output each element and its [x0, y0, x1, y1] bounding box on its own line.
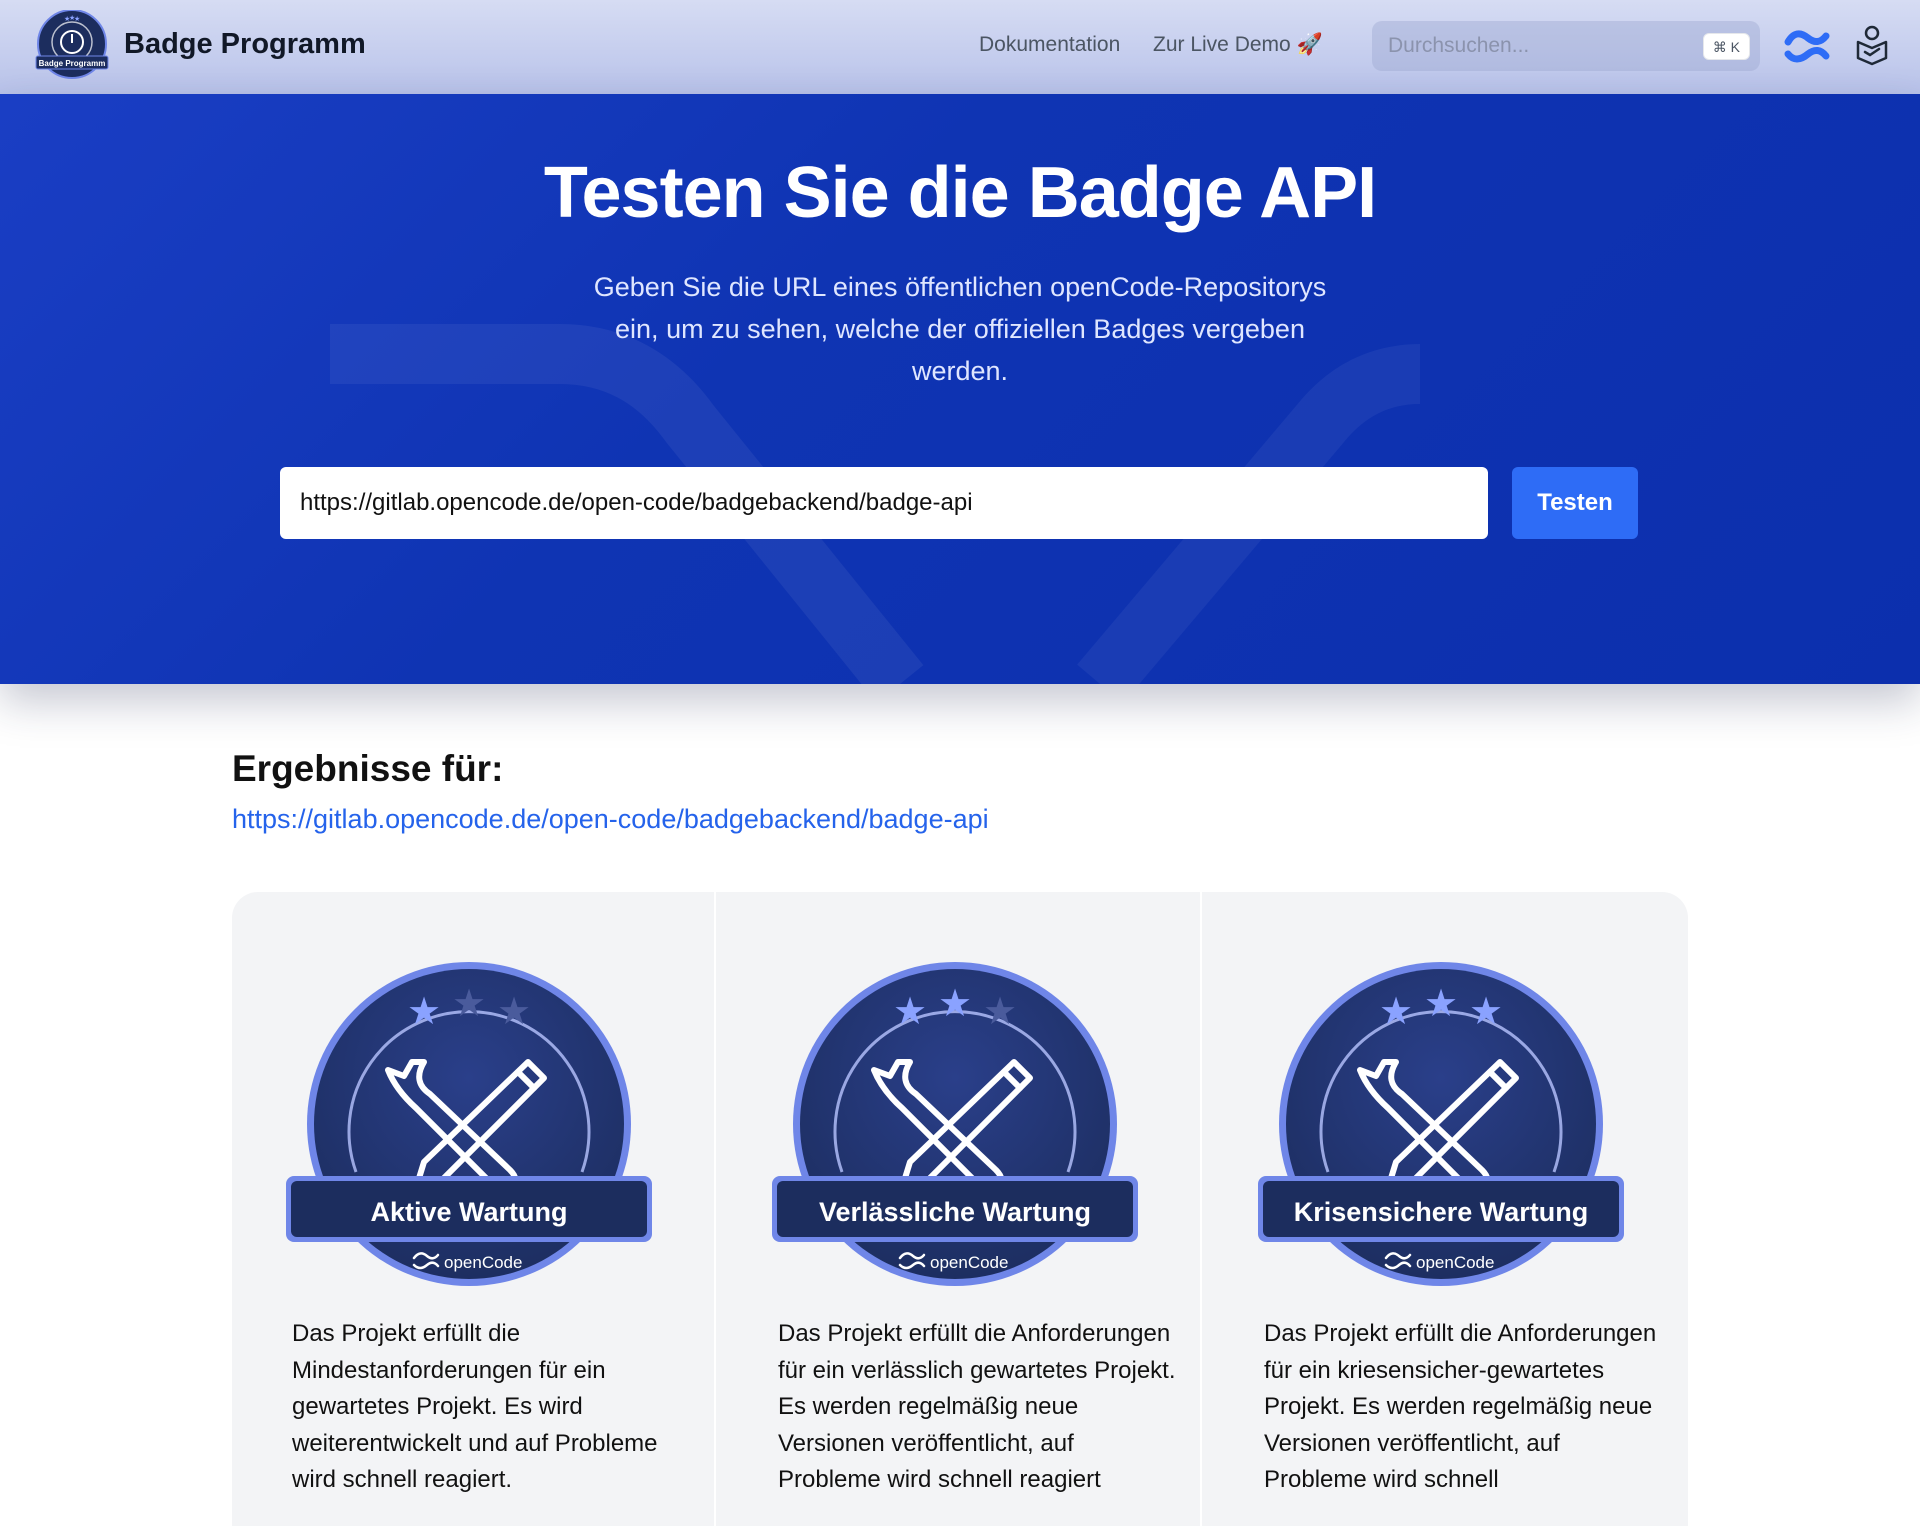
hero-section: Testen Sie die Badge API Geben Sie die U… — [0, 94, 1920, 684]
repository-url-input[interactable] — [280, 467, 1488, 539]
opencode-icon[interactable] — [1782, 24, 1832, 68]
star-icon: ★ — [983, 991, 1017, 1033]
hero-title: Testen Sie die Badge API — [543, 153, 1377, 233]
star-icon: ★ — [1424, 983, 1458, 1025]
top-navbar: ★ ★ ★ Badge Programm Badge Programm Doku… — [0, 0, 1920, 94]
search-shortcut-hint: ⌘ K — [1702, 33, 1750, 60]
nav-link-docs[interactable]: Dokumentation — [979, 33, 1120, 57]
badge-brand: openCode — [444, 1253, 522, 1272]
badge-verlaessliche-wartung: ★ ★ ★ Verlässliche Wartung openCode — [772, 962, 1138, 1286]
svg-text:★: ★ — [74, 15, 80, 23]
badge-krisensichere-wartung: ★ ★ ★ Krisensichere Wartung openCode — [1258, 962, 1624, 1286]
badge-brand: openCode — [930, 1253, 1008, 1272]
nav-link-live-demo[interactable]: Zur Live Demo 🚀 — [1153, 33, 1323, 57]
badge-description: Das Projekt erfüllt die Anforderungen fü… — [1264, 1320, 1657, 1493]
hero-subtitle: Geben Sie die URL eines öffentlichen ope… — [593, 272, 1327, 386]
badge-card-aktive-wartung: ★ ★ ★ Aktive Wartung openCode Das Projekt er… — [232, 892, 716, 1526]
badge-description: Das Projekt erfüllt die Mindestanforderu… — [292, 1320, 658, 1493]
star-icon: ★ — [1469, 991, 1503, 1033]
book-icon[interactable] — [1854, 24, 1890, 66]
badge-title: Verlässliche Wartung — [819, 1197, 1091, 1227]
test-button[interactable]: Testen — [1512, 467, 1638, 539]
badge-cards: ★ ★ ★ Aktive Wartung openCode Das Projekt er… — [232, 892, 1688, 1526]
badge-description: Das Projekt erfüllt die Anforderungen fü… — [778, 1320, 1176, 1493]
badge-card-verlaessliche-wartung: ★ ★ ★ Verlässliche Wartung openCode Das Proj… — [718, 892, 1202, 1526]
badge-programm-logo[interactable]: ★ ★ ★ Badge Programm — [34, 10, 110, 82]
badge-aktive-wartung: ★ ★ ★ Aktive Wartung openCode — [286, 962, 652, 1286]
search-box[interactable]: ⌘ K — [1372, 21, 1760, 71]
brand-title[interactable]: Badge Programm — [124, 28, 366, 61]
star-icon: ★ — [1379, 991, 1413, 1033]
badge-title: Krisensichere Wartung — [1294, 1197, 1589, 1227]
badge-card-krisensichere-wartung: ★ ★ ★ Krisensichere Wartung openCode Das Pro… — [1204, 892, 1688, 1526]
search-input[interactable] — [1388, 21, 1708, 71]
svg-text:Badge Programm: Badge Programm — [39, 59, 106, 68]
star-icon: ★ — [497, 991, 531, 1033]
results-url-link[interactable]: https://gitlab.opencode.de/open-code/bad… — [232, 804, 989, 835]
star-icon: ★ — [938, 983, 972, 1025]
star-icon: ★ — [893, 991, 927, 1033]
star-icon: ★ — [407, 991, 441, 1033]
results-heading: Ergebnisse für: — [232, 748, 504, 789]
badge-brand: openCode — [1416, 1253, 1494, 1272]
star-icon: ★ — [452, 983, 486, 1025]
badge-title: Aktive Wartung — [370, 1197, 567, 1227]
